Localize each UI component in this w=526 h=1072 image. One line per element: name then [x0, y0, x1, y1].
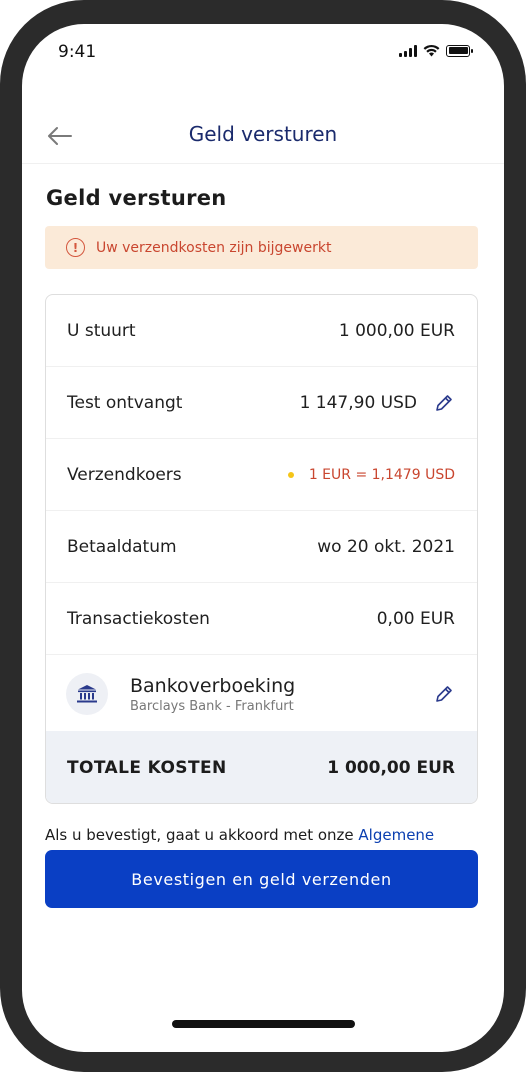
row-value: 0,00 EUR: [376, 608, 455, 629]
screen: 9:41 Geld versturen Geld versturen ! Uw …: [22, 24, 504, 1052]
transfer-summary-card: U stuurt 1 000,00 EUR Test ontvangt 1 14…: [45, 294, 478, 804]
wifi-icon: [423, 44, 440, 57]
row-label: Verzendkoers: [67, 464, 182, 485]
alert-text: Uw verzendkosten zijn bijgewerkt: [96, 239, 332, 256]
header-title: Geld versturen: [188, 122, 338, 146]
phone-frame: 9:41 Geld versturen Geld versturen ! Uw …: [0, 0, 526, 1072]
payment-method-text: Bankoverboeking Barclays Bank - Frankfur…: [130, 674, 417, 714]
summary-row-fees: Transactiekosten 0,00 EUR: [46, 583, 477, 655]
pencil-icon[interactable]: [433, 392, 455, 414]
summary-row-receive: Test ontvangt 1 147,90 USD: [46, 367, 477, 439]
status-icons: [399, 44, 473, 57]
total-label: TOTALE KOSTEN: [67, 758, 227, 778]
summary-row-date: Betaaldatum wo 20 okt. 2021: [46, 511, 477, 583]
payment-method-name: Bankoverboeking: [130, 675, 296, 697]
row-value: 1 000,00 EUR: [338, 320, 455, 341]
rate-status-dot: [287, 471, 294, 478]
row-label: Transactiekosten: [67, 608, 210, 629]
bank-icon: [66, 673, 108, 715]
pencil-icon[interactable]: [433, 683, 455, 705]
terms-link[interactable]: Algemene: [358, 826, 434, 844]
status-time: 9:41: [58, 42, 97, 62]
summary-row-rate: Verzendkoers 1 EUR = 1,1479 USD: [46, 439, 477, 511]
total-value: 1 000,00 EUR: [327, 758, 455, 778]
exclamation-circle-icon: !: [66, 238, 85, 257]
payment-method-detail: Barclays Bank - Frankfurt: [130, 699, 294, 714]
battery-icon: [446, 44, 473, 57]
row-label: U stuurt: [67, 320, 136, 341]
terms-text: Als u bevestigt, gaat u akkoord met onze…: [45, 826, 485, 848]
row-label: Test ontvangt: [67, 392, 183, 413]
page-title: Geld versturen: [46, 186, 227, 210]
rate-value-group: 1 EUR = 1,1479 USD: [287, 466, 455, 483]
terms-prefix: Als u bevestigt, gaat u akkoord met onze: [45, 826, 359, 844]
row-value: wo 20 okt. 2021: [317, 536, 455, 557]
exchange-rate: 1 EUR = 1,1479 USD: [308, 466, 455, 483]
summary-row-send: U stuurt 1 000,00 EUR: [46, 295, 477, 367]
app-header: Geld versturen: [22, 114, 504, 164]
row-value-group: 1 147,90 USD: [300, 392, 455, 414]
confirm-send-button[interactable]: Bevestigen en geld verzenden: [45, 850, 478, 908]
receive-amount: 1 147,90 USD: [299, 392, 417, 413]
signal-icon: [399, 44, 417, 57]
home-indicator: [172, 1020, 355, 1028]
fee-update-alert: ! Uw verzendkosten zijn bijgewerkt: [45, 226, 478, 269]
row-label: Betaaldatum: [67, 536, 177, 557]
total-row: TOTALE KOSTEN 1 000,00 EUR: [46, 731, 477, 803]
payment-method-row: Bankoverboeking Barclays Bank - Frankfur…: [46, 657, 477, 731]
